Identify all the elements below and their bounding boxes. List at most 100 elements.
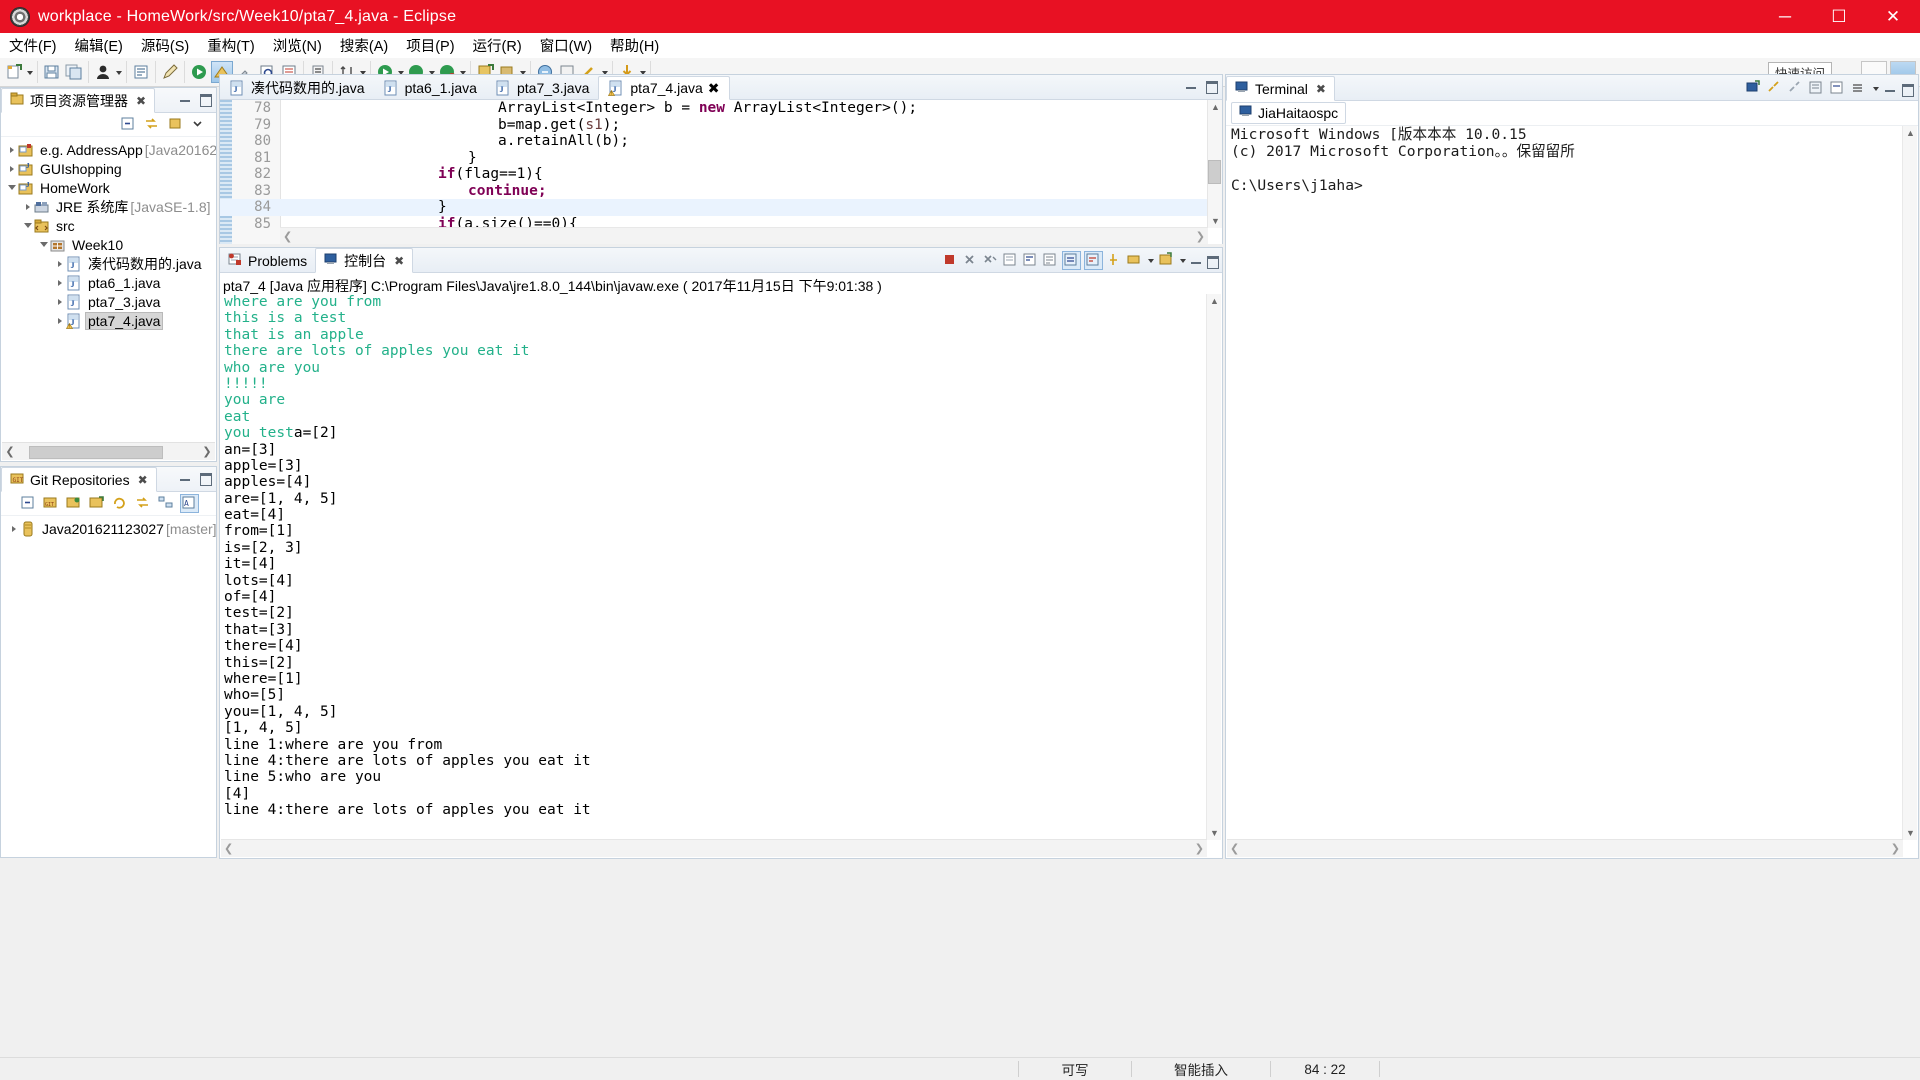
- maximize-button[interactable]: ☐: [1812, 0, 1866, 33]
- scroll-right-icon[interactable]: ❯: [1195, 842, 1204, 855]
- scroll-right-icon[interactable]: ❯: [199, 444, 215, 459]
- chevron-right-icon[interactable]: [53, 311, 66, 330]
- code-lines[interactable]: 78 ArrayList<Integer> b = new ArrayList<I…: [220, 100, 1208, 232]
- close-icon[interactable]: ✖: [136, 94, 146, 108]
- editor-vscrollbar[interactable]: ▲ ▼: [1207, 100, 1222, 228]
- console-hscrollbar[interactable]: ❮ ❯: [221, 839, 1207, 857]
- tree-item[interactable]: J GUIshopping: [1, 159, 216, 178]
- close-button[interactable]: ✕: [1866, 0, 1920, 33]
- menu-item-4[interactable]: 浏览(N): [264, 33, 331, 58]
- close-icon[interactable]: ✖: [708, 80, 720, 97]
- menu-item-6[interactable]: 项目(P): [397, 33, 463, 58]
- code-line[interactable]: 82 if(flag==1){: [220, 166, 1208, 183]
- pin-console-icon[interactable]: [1106, 252, 1123, 269]
- editor-tab[interactable]: J 凑代码数用的.java: [220, 77, 374, 99]
- scroll-down-icon[interactable]: ▼: [1905, 827, 1916, 839]
- terminate-icon[interactable]: [942, 252, 959, 269]
- terminal-view-menu-icon[interactable]: [1850, 80, 1867, 97]
- profile-dropdown-icon[interactable]: [114, 62, 123, 82]
- menu-item-7[interactable]: 运行(R): [464, 33, 531, 58]
- chevron-right-icon[interactable]: [21, 197, 34, 216]
- tab-git-repositories[interactable]: GIT Git Repositories ✖: [1, 467, 157, 492]
- terminal-session-tab[interactable]: JiaHaitaospc: [1231, 102, 1347, 124]
- open-console-icon[interactable]: [1158, 251, 1175, 269]
- code-line[interactable]: 80 a.retainAll(b);: [220, 133, 1208, 150]
- maximize-view-icon[interactable]: [199, 471, 212, 486]
- clear-console-icon[interactable]: [1002, 252, 1019, 269]
- chevron-right-icon[interactable]: [53, 273, 66, 292]
- terminal-vscrollbar[interactable]: ▲ ▼: [1902, 126, 1917, 840]
- collapse-all-icon[interactable]: [119, 115, 138, 134]
- show-console-on-error-icon[interactable]: [1084, 250, 1103, 270]
- tree-item[interactable]: J HomeWork: [1, 178, 216, 197]
- terminal-menu-dropdown-icon[interactable]: [1871, 78, 1880, 98]
- remove-launch-icon[interactable]: [962, 252, 979, 269]
- minimize-console-icon[interactable]: [1190, 254, 1203, 267]
- close-icon[interactable]: ✖: [1316, 82, 1326, 96]
- scroll-up-icon[interactable]: ▲: [1209, 295, 1220, 307]
- editor-hscrollbar[interactable]: ❮ ❯: [280, 227, 1208, 244]
- disconnect-terminal-icon[interactable]: [1787, 80, 1804, 97]
- add-existing-repository-icon[interactable]: GIT: [42, 494, 61, 513]
- chevron-down-icon[interactable]: [21, 216, 34, 235]
- new-icon[interactable]: [4, 62, 24, 82]
- terminal-settings-icon[interactable]: [1808, 80, 1825, 97]
- chevron-right-icon[interactable]: [53, 254, 66, 273]
- tree-item[interactable]: Jpta7_3.java: [1, 292, 216, 311]
- chevron-down-icon[interactable]: [5, 178, 18, 197]
- tree-item[interactable]: Jpta6_1.java: [1, 273, 216, 292]
- console-tab[interactable]: Problems: [220, 249, 315, 272]
- maximize-editor-icon[interactable]: [1205, 79, 1218, 94]
- code-line[interactable]: 78 ArrayList<Integer> b = new ArrayList<I…: [220, 100, 1208, 117]
- run-last-icon[interactable]: [189, 62, 209, 82]
- console-vscrollbar[interactable]: ▲ ▼: [1206, 294, 1221, 840]
- chevron-down-icon[interactable]: [37, 235, 50, 254]
- clone-repository-icon[interactable]: [65, 494, 84, 513]
- connect-terminal-icon[interactable]: [1766, 80, 1783, 97]
- tree-item[interactable]: J! pta7_4.java: [1, 311, 216, 330]
- chevron-right-icon[interactable]: [5, 140, 18, 159]
- menu-item-1[interactable]: 编辑(E): [66, 33, 132, 58]
- maximize-view-icon[interactable]: [199, 92, 212, 107]
- link-with-selection-icon[interactable]: [134, 494, 153, 513]
- menu-item-5[interactable]: 搜索(A): [331, 33, 397, 58]
- toggle-branch-hierarchy-icon[interactable]: A: [180, 494, 199, 513]
- word-wrap-icon[interactable]: [1042, 252, 1059, 269]
- console-select-dropdown-icon[interactable]: [1146, 250, 1155, 270]
- view-chevron-icon[interactable]: [191, 115, 210, 134]
- code-line[interactable]: 81}: [220, 150, 1208, 167]
- scroll-right-icon[interactable]: ❯: [1196, 230, 1205, 243]
- git-repo-row[interactable]: Java201621123027 [master] -: [1, 519, 216, 538]
- minimize-editor-icon[interactable]: [1185, 79, 1198, 92]
- console-output[interactable]: where are you from this is a test that is …: [221, 294, 1207, 840]
- tree-item[interactable]: Week10: [1, 235, 216, 254]
- display-selected-console-icon[interactable]: [1126, 252, 1143, 269]
- remove-all-launches-icon[interactable]: [982, 252, 999, 269]
- tree-item[interactable]: e.g. AddressApp [Java201621: [1, 140, 216, 159]
- terminal-output[interactable]: Microsoft Windows [版本本本 10.0.15 (c) 2017 …: [1227, 126, 1903, 840]
- maximize-console-icon[interactable]: [1206, 254, 1219, 269]
- terminal-hscrollbar[interactable]: ❮ ❯: [1227, 839, 1903, 857]
- project-explorer-hscrollbar[interactable]: ❮ ❯: [2, 442, 215, 460]
- new-dropdown-icon[interactable]: [25, 62, 34, 82]
- scroll-left-icon[interactable]: ❮: [1230, 842, 1239, 855]
- minimize-button[interactable]: ─: [1758, 0, 1812, 33]
- chevron-right-icon[interactable]: [5, 159, 18, 178]
- editor-tab[interactable]: Jpta6_1.java: [374, 77, 486, 99]
- menu-item-3[interactable]: 重构(T): [198, 33, 264, 58]
- new-terminal-icon[interactable]: [1745, 79, 1762, 97]
- menu-item-8[interactable]: 窗口(W): [531, 33, 601, 58]
- tab-project-explorer[interactable]: 项目资源管理器 ✖: [1, 88, 156, 113]
- tab-terminal[interactable]: Terminal ✖: [1226, 76, 1335, 101]
- code-area[interactable]: 78 ArrayList<Integer> b = new ArrayList<I…: [220, 100, 1222, 244]
- close-icon[interactable]: ✖: [394, 254, 404, 268]
- scroll-down-icon[interactable]: ▼: [1209, 827, 1220, 839]
- hierarchy-layout-icon[interactable]: [157, 494, 176, 513]
- menu-item-9[interactable]: 帮助(H): [601, 33, 668, 58]
- close-icon[interactable]: ✖: [138, 473, 148, 487]
- chevron-right-icon[interactable]: [7, 519, 20, 538]
- show-console-on-output-icon[interactable]: [1062, 250, 1081, 270]
- console-tab[interactable]: 控制台 ✖: [315, 248, 414, 273]
- minimize-view-icon[interactable]: [179, 92, 192, 105]
- tree-item[interactable]: JRE 系统库 [JavaSE-1.8]: [1, 197, 216, 216]
